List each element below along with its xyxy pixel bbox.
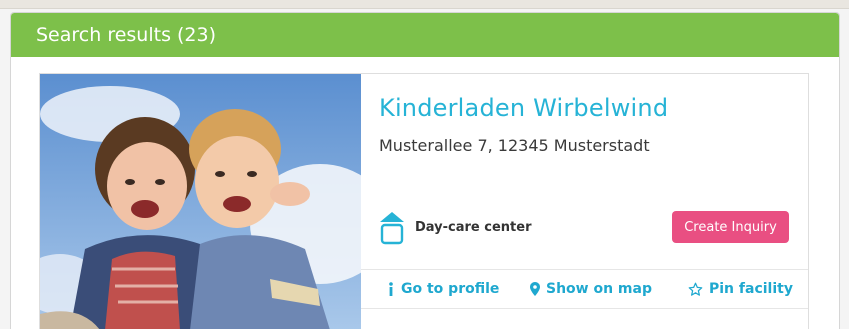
pin-facility-label: Pin facility: [709, 281, 793, 297]
search-results-header: Search results (23): [11, 13, 839, 57]
facility-type: Day-care center: [379, 209, 532, 245]
create-inquiry-button[interactable]: Create Inquiry: [672, 211, 789, 243]
show-on-map-label: Show on map: [546, 281, 652, 297]
browser-top-strip: [0, 0, 849, 9]
result-card: Kinderladen Wirbelwind Musterallee 7, 12…: [39, 73, 809, 329]
star-icon: [688, 282, 703, 297]
facility-photo[interactable]: [40, 74, 361, 329]
info-icon: [387, 282, 395, 296]
pin-facility-link[interactable]: Pin facility: [688, 281, 793, 297]
go-to-profile-link[interactable]: Go to profile: [387, 281, 499, 297]
map-pin-icon: [530, 282, 540, 296]
facility-info: Kinderladen Wirbelwind Musterallee 7, 12…: [361, 74, 808, 329]
go-to-profile-label: Go to profile: [401, 281, 500, 297]
facility-name-link[interactable]: Kinderladen Wirbelwind: [379, 94, 668, 122]
facility-address: Musterallee 7, 12345 Musterstadt: [379, 136, 650, 155]
children-photo-image: [40, 74, 361, 329]
facility-actions: Go to profile Show on map Pin facility: [361, 269, 808, 309]
facility-type-label: Day-care center: [415, 219, 532, 235]
show-on-map-link[interactable]: Show on map: [530, 281, 652, 297]
day-care-house-icon: [379, 209, 405, 245]
search-results-panel: Search results (23) Kinderladen Wirbelwi…: [10, 12, 840, 329]
